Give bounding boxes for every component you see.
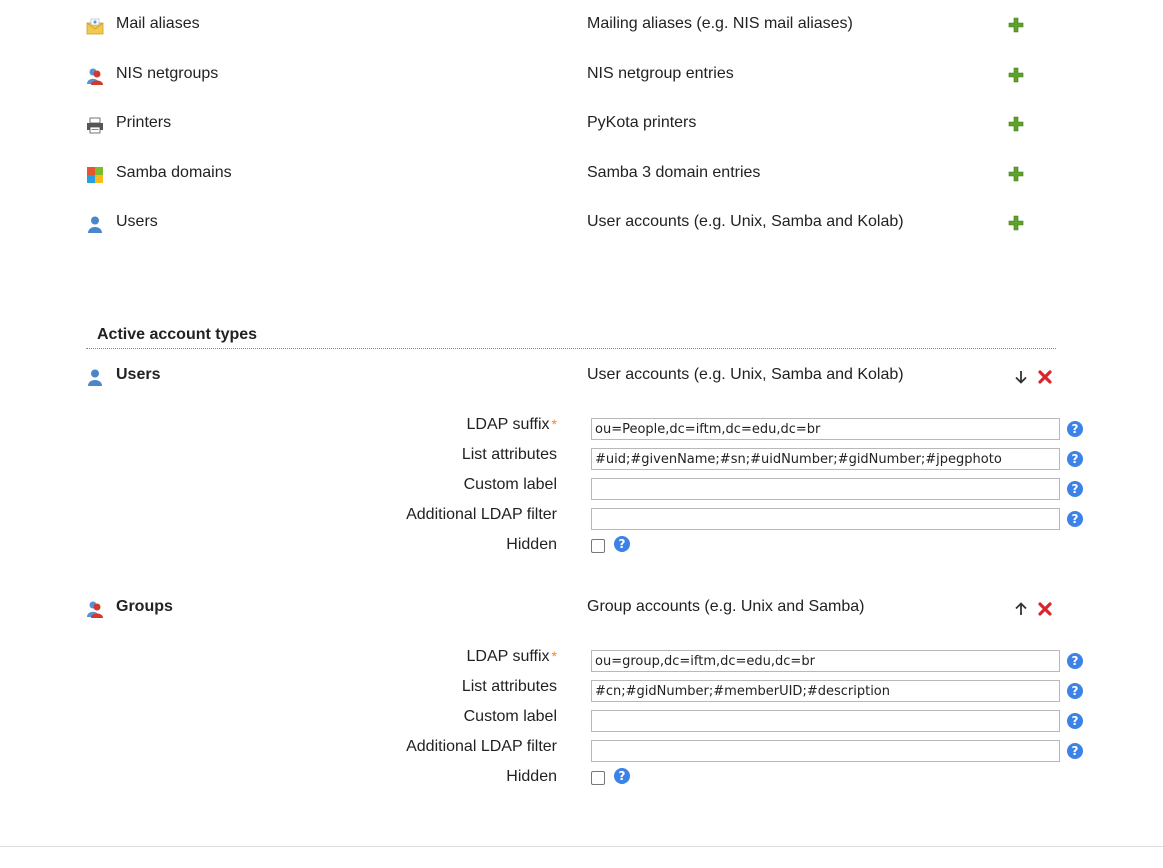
available-type-row-mail-aliases: Mail aliases Mailing aliases (e.g. NIS m… <box>0 15 1163 45</box>
additional-filter-label: Additional LDAP filter <box>406 506 557 523</box>
custom-label-label: Custom label <box>463 476 557 493</box>
additional-filter-label: Additional LDAP filter <box>406 738 557 755</box>
hidden-checkbox[interactable] <box>591 771 605 785</box>
printer-icon <box>87 117 103 134</box>
available-type-row-users: Users User accounts (e.g. Unix, Samba an… <box>0 213 1163 243</box>
required-mark: * <box>551 416 557 432</box>
available-type-name: Mail aliases <box>116 15 200 32</box>
active-type-description: User accounts (e.g. Unix, Samba and Kola… <box>587 366 904 383</box>
list-attributes-label: List attributes <box>461 678 557 695</box>
page-bottom-divider <box>0 846 1163 847</box>
hidden-checkbox[interactable] <box>591 539 605 553</box>
custom-label-input[interactable] <box>591 478 1060 500</box>
available-type-description: PyKota printers <box>587 114 697 131</box>
ldap-suffix-help-icon[interactable]: ? <box>1067 421 1083 437</box>
move-up-button[interactable] <box>1013 601 1029 617</box>
required-mark: * <box>551 648 557 664</box>
mail-icon <box>86 18 104 35</box>
additional-filter-input[interactable] <box>591 508 1060 530</box>
move-down-button[interactable] <box>1013 369 1029 385</box>
group-icon <box>87 601 103 618</box>
available-type-name: Printers <box>116 114 172 131</box>
list-attributes-input[interactable] <box>591 448 1060 470</box>
hidden-help-icon[interactable]: ? <box>614 768 630 784</box>
hidden-help-icon[interactable]: ? <box>614 536 630 552</box>
add-mail-aliases-button[interactable] <box>1008 17 1024 33</box>
list-attributes-help-icon[interactable]: ? <box>1067 683 1083 699</box>
available-type-name: NIS netgroups <box>116 65 219 82</box>
available-type-description: Mailing aliases (e.g. NIS mail aliases) <box>587 15 853 32</box>
user-icon <box>88 216 102 233</box>
ldap-suffix-input[interactable] <box>591 418 1060 440</box>
ldap-suffix-label: LDAP suffix * <box>466 416 557 433</box>
remove-users-button[interactable] <box>1037 369 1053 385</box>
remove-groups-button[interactable] <box>1037 601 1053 617</box>
available-type-name: Samba domains <box>116 164 232 181</box>
available-type-row-nis-netgroups: NIS netgroups NIS netgroup entries <box>0 65 1163 95</box>
add-samba-domains-button[interactable] <box>1008 166 1024 182</box>
available-type-name: Users <box>116 213 158 230</box>
available-type-row-printers: Printers PyKota printers <box>0 114 1163 144</box>
ldap-suffix-label: LDAP suffix * <box>466 648 557 665</box>
available-type-description: User accounts (e.g. Unix, Samba and Kola… <box>587 213 904 230</box>
active-type-name: Groups <box>116 598 173 615</box>
custom-label-input[interactable] <box>591 710 1060 732</box>
hidden-label: Hidden <box>506 536 557 553</box>
additional-filter-input[interactable] <box>591 740 1060 762</box>
available-type-description: NIS netgroup entries <box>587 65 734 82</box>
active-type-name: Users <box>116 366 161 383</box>
additional-filter-help-icon[interactable]: ? <box>1067 743 1083 759</box>
hidden-label: Hidden <box>506 768 557 785</box>
ldap-suffix-help-icon[interactable]: ? <box>1067 653 1083 669</box>
add-printers-button[interactable] <box>1008 116 1024 132</box>
list-attributes-help-icon[interactable]: ? <box>1067 451 1083 467</box>
custom-label-label: Custom label <box>463 708 557 725</box>
samba-domain-icon <box>87 167 103 183</box>
netgroup-icon <box>87 68 103 85</box>
list-attributes-input[interactable] <box>591 680 1060 702</box>
available-type-row-samba-domains: Samba domains Samba 3 domain entries <box>0 164 1163 194</box>
active-account-types-heading: Active account types <box>97 326 258 343</box>
list-attributes-label: List attributes <box>461 446 557 463</box>
section-divider <box>86 348 1056 349</box>
ldap-suffix-input[interactable] <box>591 650 1060 672</box>
add-nis-netgroups-button[interactable] <box>1008 67 1024 83</box>
additional-filter-help-icon[interactable]: ? <box>1067 511 1083 527</box>
active-type-description: Group accounts (e.g. Unix and Samba) <box>587 598 865 615</box>
custom-label-help-icon[interactable]: ? <box>1067 481 1083 497</box>
user-icon <box>88 369 102 386</box>
custom-label-help-icon[interactable]: ? <box>1067 713 1083 729</box>
available-type-description: Samba 3 domain entries <box>587 164 761 181</box>
add-users-button[interactable] <box>1008 215 1024 231</box>
